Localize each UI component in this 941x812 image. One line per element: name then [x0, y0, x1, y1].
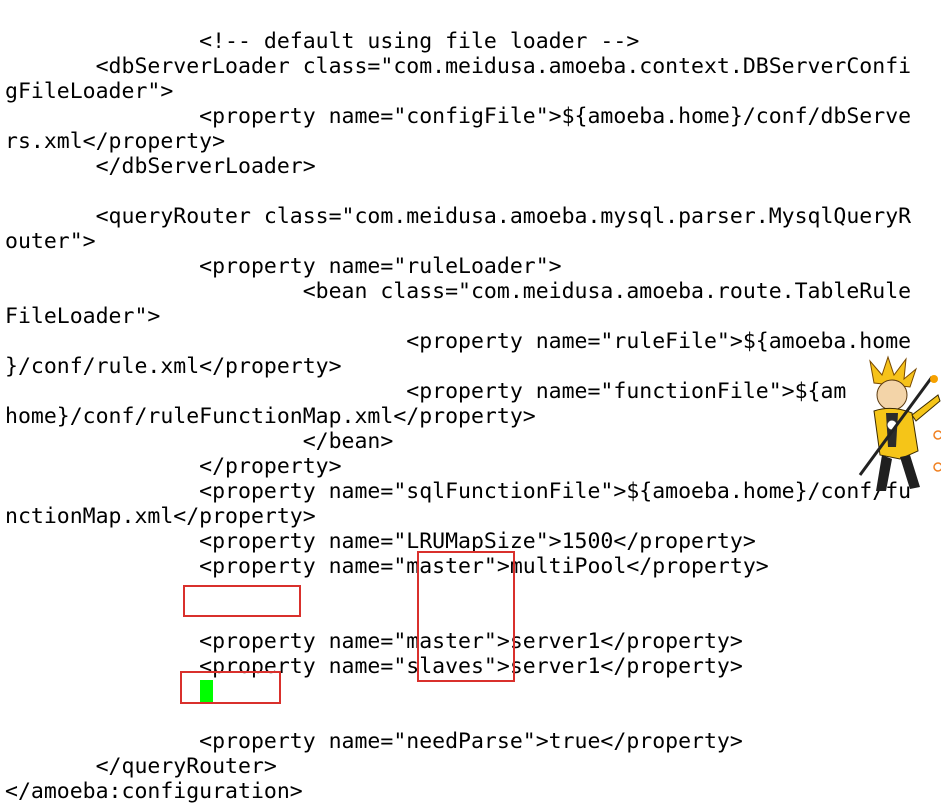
code-line: <property name="ruleLoader"> — [5, 254, 562, 279]
code-line: </property> — [5, 454, 342, 479]
highlight-box-master-slaves — [417, 551, 515, 682]
code-line: <property name="ruleFile">${amoeba.home — [5, 329, 912, 354]
code-line: <queryRouter class="com.meidusa.amoeba.m… — [5, 204, 912, 229]
code-line: nctionMap.xml</property> — [5, 504, 316, 529]
code-line: }/conf/rule.xml</property> — [5, 354, 342, 379]
code-line: <dbServerLoader class="com.meidusa.amoeb… — [5, 54, 912, 79]
code-line: </dbServerLoader> — [5, 154, 316, 179]
character-sticker-icon — [858, 355, 941, 491]
code-line: <property name="configFile">${amoeba.hom… — [5, 104, 912, 129]
text-cursor — [200, 680, 213, 702]
code-line: </amoeba:configuration> — [5, 779, 303, 804]
code-line: </bean> — [5, 429, 394, 454]
code-line: <property name="master">server1</propert… — [5, 629, 743, 654]
code-line: FileLoader"> — [5, 304, 161, 329]
code-line: <property name="sqlFunctionFile">${amoeb… — [5, 479, 912, 504]
code-line: home}/conf/ruleFunctionMap.xml</property… — [5, 404, 536, 429]
highlight-box-cursor-line — [180, 671, 281, 704]
code-line: <property name="LRUMapSize">1500</proper… — [5, 529, 756, 554]
code-line: <property name="needParse">true</propert… — [5, 729, 743, 754]
code-line: outer"> — [5, 229, 96, 254]
code-line: <property name="slaves">server1</propert… — [5, 654, 743, 679]
code-line: </queryRouter> — [5, 754, 277, 779]
code-line: <!-- default using file loader --> — [5, 29, 640, 54]
code-editor[interactable]: <!-- default using file loader --> <dbSe… — [0, 0, 941, 812]
code-line: <bean class="com.meidusa.amoeba.route.Ta… — [5, 279, 912, 304]
code-line: <property name="functionFile">${am — [5, 379, 847, 404]
highlight-box-empty-line — [183, 585, 301, 617]
code-line: rs.xml</property> — [5, 129, 226, 154]
code-line: <property name="master">multiPool</prope… — [5, 554, 769, 579]
code-line: gFileLoader"> — [5, 79, 174, 104]
